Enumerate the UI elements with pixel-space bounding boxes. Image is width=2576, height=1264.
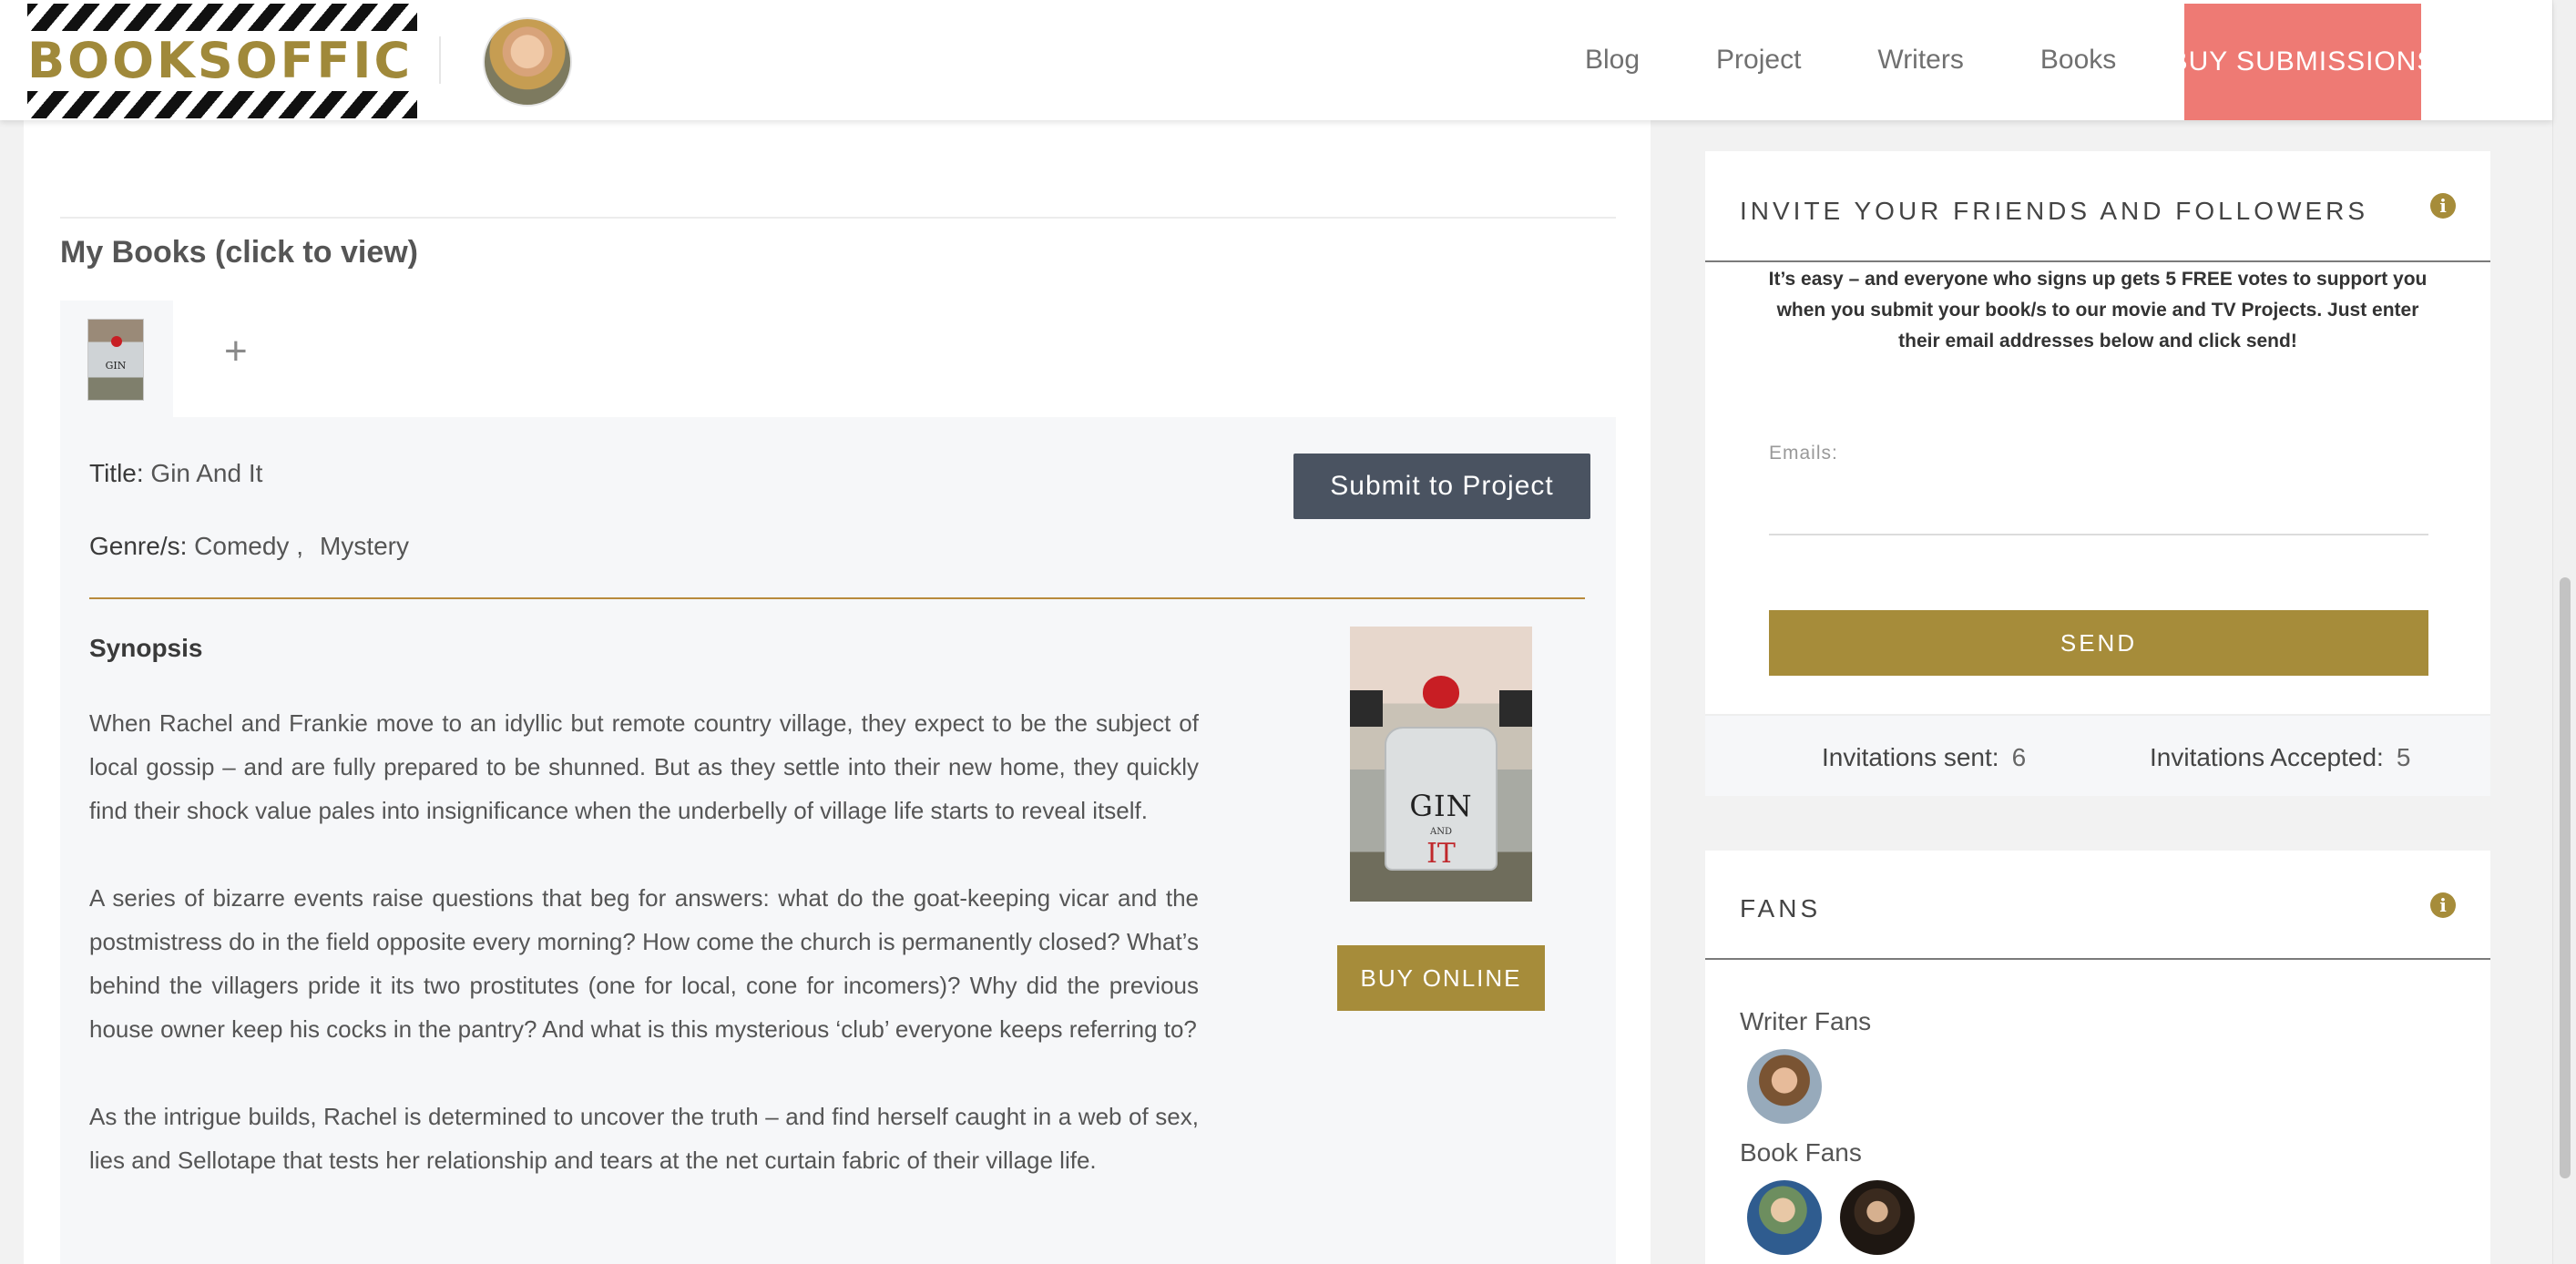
- cover-title-and: AND: [1430, 827, 1452, 837]
- writer-fans-label: Writer Fans: [1740, 1007, 1872, 1035]
- fans-card: FANS i Writer Fans Book Fans: [1705, 851, 2490, 1264]
- logo-text: BOOKSOFFICE: [27, 32, 417, 89]
- gold-divider: [89, 597, 1585, 599]
- invitations-accepted: Invitations Accepted: 5: [2150, 743, 2410, 772]
- invitation-stats: Invitations sent: 6 Invitations Accepted:…: [1705, 714, 2490, 796]
- nav-project[interactable]: Project: [1716, 45, 1801, 76]
- book-fan-avatar[interactable]: [1747, 1180, 1822, 1255]
- emails-input[interactable]: [1769, 470, 2428, 535]
- synopsis-text: When Rachel and Frankie move to an idyll…: [89, 701, 1199, 1226]
- header-divider: [439, 36, 441, 84]
- genre-comedy: Comedy ,: [194, 532, 303, 560]
- genre-mystery: Mystery: [320, 532, 409, 560]
- section-divider: [60, 217, 1616, 219]
- site-header: BOOKSOFFICE Blog Project Writers Books B…: [0, 0, 2552, 120]
- nav-books[interactable]: Books: [2040, 45, 2116, 76]
- submit-to-project-button[interactable]: Submit to Project: [1293, 454, 1590, 519]
- book-thumbnail: GIN: [87, 319, 144, 401]
- booksoffice-logo[interactable]: BOOKSOFFICE: [27, 4, 417, 118]
- main-content: My Books (click to view) GIN + Title: Gi…: [24, 0, 1651, 1264]
- invitations-sent: Invitations sent: 6: [1822, 743, 2026, 772]
- book-genre-row: Genre/s: Comedy , Mystery: [89, 532, 409, 561]
- book-fans-label: Book Fans: [1740, 1138, 1862, 1167]
- scrollbar-thumb[interactable]: [2560, 577, 2571, 1178]
- heart-icon: [1423, 676, 1459, 708]
- title-key: Title:: [89, 459, 144, 487]
- main-nav: Blog Project Writers Books: [1585, 0, 2116, 120]
- info-icon[interactable]: i: [2430, 193, 2456, 219]
- synopsis-paragraph-1: When Rachel and Frankie move to an idyll…: [89, 709, 1199, 824]
- book-fan-avatar[interactable]: [1840, 1180, 1915, 1255]
- add-book-button[interactable]: +: [224, 331, 248, 372]
- send-button[interactable]: SEND: [1769, 610, 2428, 676]
- nav-blog[interactable]: Blog: [1585, 45, 1640, 76]
- book-tab-gin-and-it[interactable]: GIN: [60, 301, 173, 417]
- synopsis-paragraph-2: A series of bizarre events raise questio…: [89, 884, 1199, 1043]
- nav-writers[interactable]: Writers: [1877, 45, 1963, 76]
- synopsis-heading: Synopsis: [89, 634, 203, 662]
- fans-title: FANS: [1740, 894, 1822, 923]
- book-cover-image[interactable]: GIN AND IT: [1350, 627, 1532, 902]
- thumbnail-title: GIN: [105, 360, 127, 372]
- writer-fan-avatar[interactable]: [1747, 1049, 1822, 1124]
- cover-title-gin: GIN: [1409, 789, 1473, 823]
- genre-key: Genre/s:: [89, 532, 188, 560]
- book-tabs: GIN +: [60, 301, 1616, 417]
- user-avatar[interactable]: [483, 17, 572, 107]
- synopsis-paragraph-3: As the intrigue builds, Rachel is determ…: [89, 1103, 1199, 1174]
- scrollbar[interactable]: [2552, 0, 2576, 1264]
- buy-submissions-button[interactable]: BUY SUBMISSIONS: [2170, 4, 2435, 120]
- book-title-row: Title: Gin And It: [89, 459, 262, 488]
- emails-label: Emails:: [1769, 443, 1838, 464]
- book-detail-panel: Title: Gin And It Genre/s: Comedy , Myste…: [60, 417, 1616, 1264]
- invite-card-header: INVITE YOUR FRIENDS AND FOLLOWERS i: [1705, 151, 2490, 262]
- buy-online-button[interactable]: BUY ONLINE: [1337, 945, 1545, 1011]
- heart-icon: [111, 336, 122, 347]
- invitations-sent-value: 6: [2011, 743, 2027, 771]
- fans-card-header: FANS i: [1705, 851, 2490, 960]
- invite-description: It’s easy – and everyone who signs up ge…: [1768, 269, 2428, 352]
- invite-card: INVITE YOUR FRIENDS AND FOLLOWERS i It’s…: [1705, 151, 2490, 796]
- info-icon[interactable]: i: [2430, 892, 2456, 918]
- invitations-accepted-value: 5: [2396, 743, 2411, 771]
- invitations-sent-label: Invitations sent:: [1822, 743, 1999, 771]
- my-books-heading: My Books (click to view): [60, 235, 418, 270]
- cover-title-it: IT: [1426, 838, 1456, 870]
- invitations-accepted-label: Invitations Accepted:: [2150, 743, 2384, 771]
- invite-title: INVITE YOUR FRIENDS AND FOLLOWERS: [1740, 197, 2369, 225]
- title-value: Gin And It: [150, 459, 263, 487]
